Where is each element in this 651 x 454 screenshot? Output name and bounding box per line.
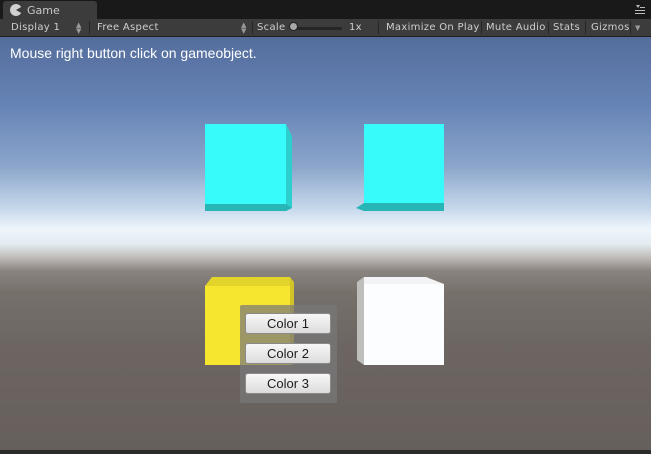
- game-toolbar: Display 1 ▲ ▼ Free Aspect ▲ ▼ Scale 1x Max…: [0, 19, 651, 37]
- mute-audio-toggle[interactable]: Mute Audio: [486, 19, 546, 36]
- color-3-button[interactable]: Color 3: [245, 373, 331, 394]
- toolbar-divider: [585, 21, 586, 34]
- cube-top-face: [364, 277, 444, 284]
- pacman-icon: [10, 4, 22, 16]
- gizmos-toggle[interactable]: Gizmos: [591, 19, 630, 36]
- game-window: Game Display 1 ▲ ▼ Free Aspect ▲ ▼ Scale 1…: [0, 0, 651, 454]
- stats-toggle[interactable]: Stats: [553, 19, 580, 36]
- maximize-on-play-toggle[interactable]: Maximize On Play: [386, 19, 480, 36]
- cube-top-right[interactable]: [356, 124, 446, 212]
- maximize-on-play-label: Maximize On Play: [386, 22, 480, 33]
- color-context-menu: Color 1 Color 2 Color 3: [240, 305, 337, 403]
- scale-slider-thumb[interactable]: [289, 22, 298, 31]
- scale-label-text: Scale: [257, 22, 286, 33]
- window-menu-icon[interactable]: [635, 4, 645, 16]
- scale-slider[interactable]: [292, 27, 342, 30]
- stats-label: Stats: [553, 22, 581, 33]
- cube-bottom-right[interactable]: [356, 276, 446, 366]
- display-dropdown-arrows-icon: ▲ ▼: [76, 20, 82, 35]
- cube-front-face: [364, 124, 444, 211]
- aspect-dropdown-arrows-icon: ▲ ▼: [241, 20, 247, 35]
- cube-bottom-face: [205, 204, 292, 211]
- aspect-dropdown-label: Free Aspect: [97, 22, 159, 33]
- gizmos-dropdown-icon[interactable]: ▼: [635, 19, 641, 36]
- window-bottom-edge: [0, 450, 651, 454]
- cube-top-left[interactable]: [204, 124, 294, 212]
- toolbar-divider: [481, 21, 482, 34]
- display-dropdown[interactable]: Display 1: [11, 19, 60, 36]
- tab-strip: Game: [0, 0, 651, 19]
- aspect-dropdown[interactable]: Free Aspect: [97, 19, 159, 36]
- tab-label: Game: [27, 3, 60, 17]
- toolbar-divider: [548, 21, 549, 34]
- cube-front-face: [364, 284, 444, 365]
- toolbar-divider: [252, 21, 253, 34]
- color-2-button[interactable]: Color 2: [245, 343, 331, 364]
- cube-side-face: [357, 277, 364, 365]
- cube-front-face: [205, 124, 286, 211]
- display-dropdown-label: Display 1: [11, 22, 61, 33]
- scale-value-text: 1x: [349, 22, 362, 33]
- mute-audio-label: Mute Audio: [486, 22, 546, 33]
- toolbar-divider: [630, 21, 631, 34]
- instruction-text: Mouse right button click on gameobject.: [10, 45, 257, 61]
- gizmos-label: Gizmos: [591, 22, 630, 33]
- game-viewport[interactable]: Mouse right button click on gameobject.: [0, 37, 651, 450]
- color-1-button[interactable]: Color 1: [245, 313, 331, 334]
- cube-side-face: [286, 124, 292, 211]
- scale-label: Scale: [257, 19, 285, 36]
- cube-top-face: [205, 277, 290, 286]
- tab-game[interactable]: Game: [3, 1, 97, 19]
- cube-bottom-face: [356, 203, 444, 211]
- toolbar-divider: [378, 21, 379, 34]
- toolbar-divider: [89, 21, 90, 34]
- scale-value: 1x: [349, 19, 362, 36]
